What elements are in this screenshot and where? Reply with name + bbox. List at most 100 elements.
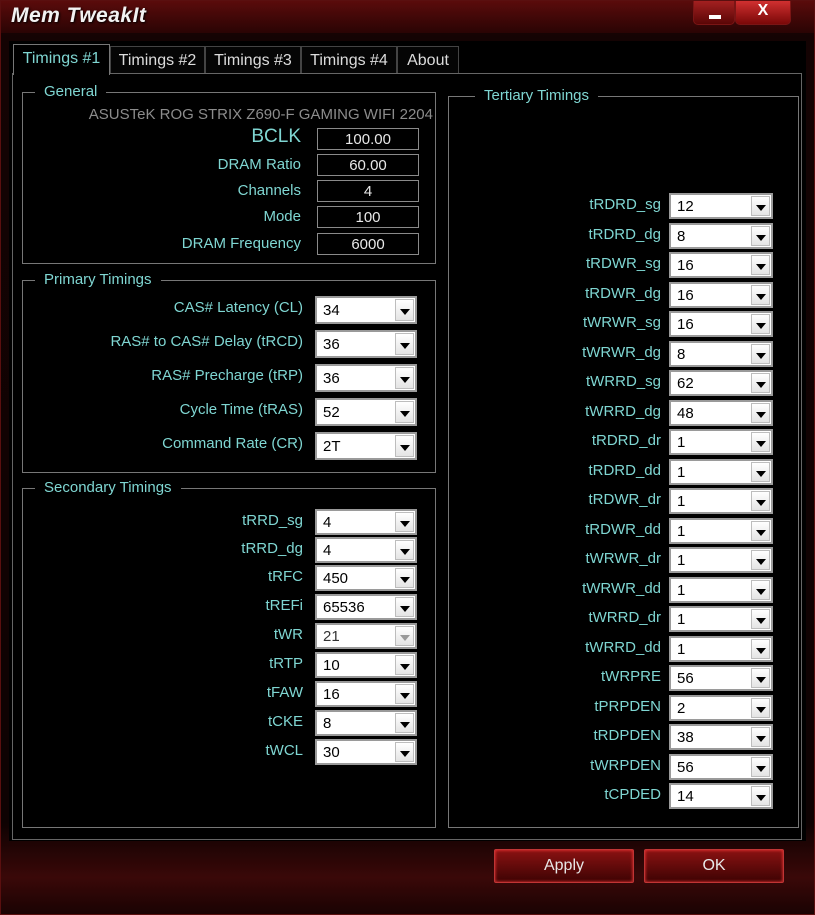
- tab-timings-2[interactable]: Timings #2: [110, 46, 205, 74]
- field-label-dram-frequency: DRAM Frequency: [181, 235, 301, 252]
- tertiary-combo-tcpded[interactable]: 14: [669, 783, 773, 809]
- tertiary-combo-trdwr-sg[interactable]: 16: [669, 252, 773, 278]
- tertiary-combo-value-trdrd-dg: 8: [677, 228, 686, 245]
- secondary-combo-tcke[interactable]: 8: [315, 710, 417, 736]
- tertiary-combo-tprpden[interactable]: 2: [669, 695, 773, 721]
- secondary-combo-trtp[interactable]: 10: [315, 652, 417, 678]
- secondary-combo-twcl[interactable]: 30: [315, 739, 417, 765]
- chevron-down-icon[interactable]: [395, 713, 414, 733]
- tertiary-combo-trdrd-dd[interactable]: 1: [669, 459, 773, 485]
- tab-about[interactable]: About: [397, 46, 459, 74]
- primary-combo-value-command-rate-cr: 2T: [323, 438, 341, 455]
- chevron-down-icon[interactable]: [751, 786, 770, 806]
- secondary-combo-value-trefi: 65536: [323, 599, 365, 616]
- tertiary-label-twrwr-sg: tWRWR_sg: [582, 314, 661, 331]
- primary-combo-value-cycle-time-tras: 52: [323, 404, 340, 421]
- chevron-down-icon[interactable]: [395, 512, 414, 532]
- tertiary-combo-trdwr-dd[interactable]: 1: [669, 518, 773, 544]
- chevron-down-icon[interactable]: [751, 432, 770, 452]
- chevron-down-icon[interactable]: [395, 684, 414, 704]
- tertiary-combo-value-trdwr-dg: 16: [677, 287, 694, 304]
- tertiary-combo-twrrd-sg[interactable]: 62: [669, 370, 773, 396]
- chevron-down-icon[interactable]: [751, 462, 770, 482]
- chevron-down-icon[interactable]: [751, 491, 770, 511]
- secondary-combo-trfc[interactable]: 450: [315, 565, 417, 591]
- chevron-down-icon[interactable]: [751, 727, 770, 747]
- tertiary-combo-value-trdpden: 38: [677, 729, 694, 746]
- secondary-combo-trrd-sg[interactable]: 4: [315, 509, 417, 535]
- apply-button[interactable]: Apply: [494, 849, 634, 883]
- chevron-down-icon[interactable]: [751, 344, 770, 364]
- chevron-down-icon[interactable]: [395, 299, 414, 321]
- secondary-combo-value-twcl: 30: [323, 744, 340, 761]
- chevron-down-icon[interactable]: [751, 639, 770, 659]
- secondary-combo-tfaw[interactable]: 16: [315, 681, 417, 707]
- tertiary-combo-twrpden[interactable]: 56: [669, 754, 773, 780]
- ok-button[interactable]: OK: [644, 849, 784, 883]
- title-bar[interactable]: Mem TweakIt X: [1, 1, 814, 33]
- tab-timings-1[interactable]: Timings #1: [13, 44, 110, 75]
- chevron-down-icon[interactable]: [395, 568, 414, 588]
- tertiary-combo-trdrd-dg[interactable]: 8: [669, 223, 773, 249]
- chevron-down-icon[interactable]: [751, 521, 770, 541]
- tertiary-label-twrrd-sg: tWRRD_sg: [585, 373, 661, 390]
- tertiary-combo-twrwr-dd[interactable]: 1: [669, 577, 773, 603]
- tertiary-combo-twrpre[interactable]: 56: [669, 665, 773, 691]
- chevron-down-icon[interactable]: [751, 403, 770, 423]
- tertiary-combo-trdrd-sg[interactable]: 12: [669, 193, 773, 219]
- tertiary-label-trdrd-dd: tRDRD_dd: [588, 462, 661, 479]
- chevron-down-icon[interactable]: [395, 333, 414, 355]
- tertiary-label-twrrd-dg: tWRRD_dg: [585, 403, 661, 420]
- primary-combo-cas-latency-cl[interactable]: 34: [315, 296, 417, 324]
- tertiary-combo-twrrd-dr[interactable]: 1: [669, 606, 773, 632]
- chevron-down-icon[interactable]: [395, 742, 414, 762]
- tertiary-combo-twrwr-sg[interactable]: 16: [669, 311, 773, 337]
- primary-combo-cycle-time-tras[interactable]: 52: [315, 398, 417, 426]
- tertiary-combo-value-twrpden: 56: [677, 759, 694, 776]
- chevron-down-icon[interactable]: [395, 367, 414, 389]
- value-mode: 100: [317, 206, 419, 228]
- tertiary-combo-twrrd-dd[interactable]: 1: [669, 636, 773, 662]
- tertiary-combo-twrwr-dg[interactable]: 8: [669, 341, 773, 367]
- chevron-down-icon[interactable]: [751, 255, 770, 275]
- primary-combo-ras-precharge-trp[interactable]: 36: [315, 364, 417, 392]
- tertiary-combo-twrrd-dg[interactable]: 48: [669, 400, 773, 426]
- secondary-timings-legend: Secondary Timings: [35, 478, 181, 498]
- chevron-down-icon[interactable]: [751, 373, 770, 393]
- chevron-down-icon[interactable]: [751, 285, 770, 305]
- close-button[interactable]: X: [735, 1, 791, 25]
- tertiary-combo-value-twrwr-dd: 1: [677, 582, 686, 599]
- chevron-down-icon[interactable]: [395, 435, 414, 457]
- chevron-down-icon[interactable]: [751, 580, 770, 600]
- tab-timings-3[interactable]: Timings #3: [205, 46, 301, 74]
- chevron-down-icon[interactable]: [751, 609, 770, 629]
- chevron-down-icon[interactable]: [395, 540, 414, 560]
- chevron-down-icon[interactable]: [751, 550, 770, 570]
- tab-timings-4[interactable]: Timings #4: [301, 46, 397, 74]
- tertiary-combo-trdwr-dr[interactable]: 1: [669, 488, 773, 514]
- chevron-down-icon[interactable]: [395, 597, 414, 617]
- field-label-bclk: BCLK: [251, 126, 301, 147]
- secondary-combo-trrd-dg[interactable]: 4: [315, 537, 417, 563]
- tertiary-combo-twrwr-dr[interactable]: 1: [669, 547, 773, 573]
- tertiary-combo-trdwr-dg[interactable]: 16: [669, 282, 773, 308]
- tertiary-combo-trdpden[interactable]: 38: [669, 724, 773, 750]
- minimize-button[interactable]: [693, 1, 735, 25]
- chevron-down-icon[interactable]: [395, 401, 414, 423]
- chevron-down-icon[interactable]: [751, 226, 770, 246]
- chevron-down-icon[interactable]: [751, 757, 770, 777]
- chevron-down-icon[interactable]: [751, 698, 770, 718]
- tertiary-label-trdrd-sg: tRDRD_sg: [589, 196, 661, 213]
- chevron-down-icon[interactable]: [751, 196, 770, 216]
- tab-panel-timings-1: General ASUSTeK ROG STRIX Z690-F GAMING …: [12, 73, 802, 840]
- chevron-down-icon[interactable]: [751, 668, 770, 688]
- tertiary-combo-trdrd-dr[interactable]: 1: [669, 429, 773, 455]
- primary-combo-command-rate-cr[interactable]: 2T: [315, 432, 417, 460]
- chevron-down-icon[interactable]: [751, 314, 770, 334]
- secondary-combo-trefi[interactable]: 65536: [315, 594, 417, 620]
- tertiary-label-twrpre: tWRPRE: [601, 668, 661, 685]
- chevron-down-icon[interactable]: [395, 655, 414, 675]
- primary-combo-ras-to-cas-delay-trcd[interactable]: 36: [315, 330, 417, 358]
- secondary-combo-value-trfc: 450: [323, 570, 349, 587]
- primary-timings-group: Primary Timings CAS# Latency (CL) 34 RAS# …: [22, 270, 436, 473]
